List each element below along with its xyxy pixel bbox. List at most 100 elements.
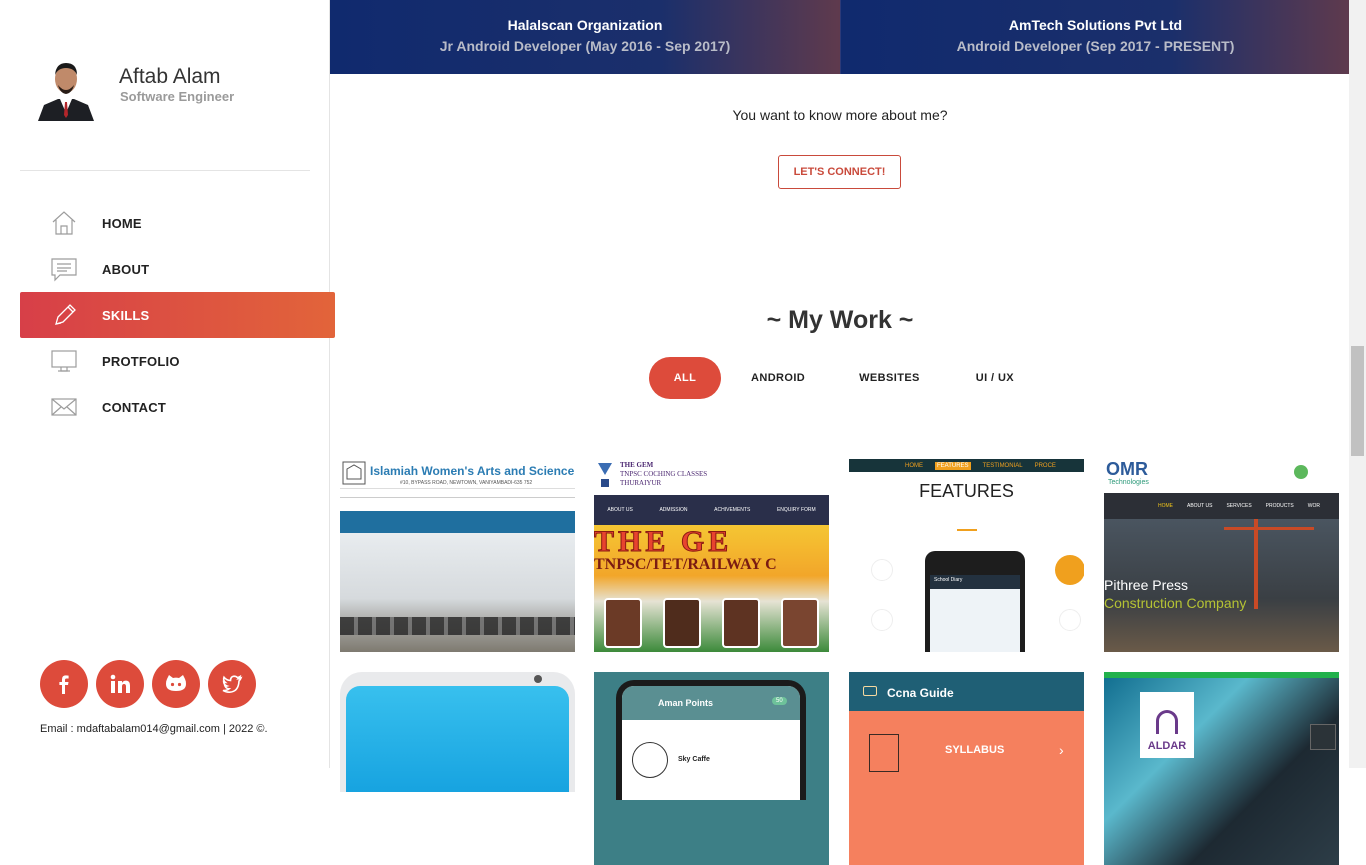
pencil-icon bbox=[55, 304, 76, 325]
portfolio-filters: ALL ANDROID WEBSITES UI / UX bbox=[649, 357, 1036, 399]
main-content: Halalscan Organization Jr Android Develo… bbox=[330, 0, 1350, 865]
thumb-hero-sub: Construction Company bbox=[1104, 595, 1247, 611]
thumb-nav-link: SERVICES bbox=[1226, 503, 1252, 509]
social-links bbox=[40, 660, 256, 708]
thumb-banner-text: THE GE bbox=[594, 525, 733, 559]
thumb-strip bbox=[1104, 672, 1339, 678]
thumb-subtitle: #10, BYPASS ROAD, NEWTOWN, VANIYAMBADI-6… bbox=[400, 480, 533, 486]
thumb-strip bbox=[340, 497, 575, 509]
filter-websites[interactable]: WEBSITES bbox=[837, 357, 942, 399]
thumb-desks bbox=[340, 617, 575, 635]
nav-item-home[interactable]: HOME bbox=[20, 200, 335, 246]
github-icon bbox=[166, 675, 186, 691]
crane-graphic bbox=[1254, 519, 1258, 609]
thumb-nav-link: FEATURES bbox=[935, 461, 971, 470]
nav-item-contact[interactable]: CONTACT bbox=[20, 384, 335, 430]
thumb-face bbox=[721, 598, 760, 648]
portfolio-item[interactable]: Aman Points 50 Sky Caffe bbox=[594, 672, 829, 865]
portfolio-item[interactable]: Ccna Guide SYLLABUS › bbox=[849, 672, 1084, 865]
thumb-subtitle-2: THURAIYUR bbox=[620, 479, 662, 487]
footer-email: Email : mdaftabalam014@gmail.com | 2022 … bbox=[40, 723, 268, 735]
thumb-faces bbox=[594, 587, 829, 652]
thumb-nav-link: HOME bbox=[905, 462, 923, 469]
nav-label-contact: CONTACT bbox=[102, 399, 166, 415]
thumb-title: FEATURES bbox=[919, 481, 1014, 501]
camera-icon bbox=[534, 675, 542, 683]
lightbulb-icon bbox=[1059, 609, 1081, 631]
thumb-nav-link: ADMISSION bbox=[659, 507, 688, 513]
aldar-logo-mark bbox=[1156, 710, 1178, 734]
thumb-underline bbox=[957, 529, 977, 531]
thumb-title: THE GEM bbox=[620, 461, 654, 469]
experience-role: Jr Android Developer (May 2016 - Sep 201… bbox=[439, 38, 731, 54]
chevron-right-icon: › bbox=[1059, 742, 1064, 758]
linkedin-link[interactable] bbox=[96, 660, 144, 708]
sidebar-nav: HOME ABOUT SKILLS PROTFOLIO CONTACT bbox=[20, 200, 335, 430]
monitor-icon bbox=[51, 350, 77, 372]
filter-ui-ux[interactable]: UI / UX bbox=[954, 357, 1036, 399]
nav-label-skills: SKILLS bbox=[102, 307, 150, 323]
nav-item-portfolio[interactable]: PROTFOLIO bbox=[20, 338, 335, 384]
page-scrollbar[interactable] bbox=[1349, 0, 1366, 768]
nav-item-skills[interactable]: SKILLS bbox=[20, 292, 335, 338]
facebook-icon bbox=[59, 675, 69, 694]
lets-connect-button[interactable]: LET'S CONNECT! bbox=[778, 155, 901, 189]
thumb-syllabus: SYLLABUS bbox=[945, 744, 1005, 756]
portfolio-item[interactable]: HOME FEATURES TESTIMONIAL PROCE FEATURES… bbox=[849, 459, 1084, 652]
thumb-nav-link: PRODUCTS bbox=[1265, 503, 1294, 509]
thumb-title: Islamiah Women's Arts and Science Colleg… bbox=[370, 464, 575, 478]
thumb-phone-screen bbox=[346, 686, 569, 792]
github-link[interactable] bbox=[152, 660, 200, 708]
thumb-face bbox=[604, 598, 643, 648]
nav-label-portfolio: PROTFOLIO bbox=[102, 353, 180, 369]
experience-company: Halalscan Organization bbox=[507, 17, 663, 33]
thumb-nav-link: HOME bbox=[1158, 503, 1173, 509]
experience-row: Halalscan Organization Jr Android Develo… bbox=[330, 0, 1350, 74]
portfolio-item[interactable]: THE GEM TNPSC COCHING CLASSES THURAIYUR … bbox=[594, 459, 829, 652]
nav-item-about[interactable]: ABOUT bbox=[20, 246, 335, 292]
thumb-subtitle: Technologies bbox=[1108, 479, 1149, 486]
thumb-nav-link: WOR bbox=[1307, 503, 1320, 509]
thumb-subtitle: TNPSC COCHING CLASSES bbox=[620, 470, 708, 478]
profile-name: Aftab Alam bbox=[119, 65, 221, 88]
points-badge: 50 bbox=[772, 697, 787, 705]
thumb-phone-screen: Aman Points 50 Sky Caffe bbox=[622, 686, 800, 800]
thumb-nav bbox=[340, 511, 575, 533]
aldar-logo: ALDAR bbox=[1140, 692, 1194, 758]
thumb-nav-link: ACHIVEMENTS bbox=[714, 507, 751, 513]
linkedin-icon bbox=[110, 674, 130, 693]
facebook-link[interactable] bbox=[40, 660, 88, 708]
gem-logo-icon bbox=[598, 463, 612, 487]
sidebar: Aftab Alam Software Engineer HOME ABOUT … bbox=[0, 0, 335, 768]
avatar bbox=[36, 55, 96, 121]
scrollbar-thumb[interactable] bbox=[1351, 346, 1364, 456]
crane-graphic bbox=[1224, 527, 1314, 530]
home-icon bbox=[52, 211, 76, 235]
twitter-icon bbox=[222, 674, 243, 694]
thumb-nav-link: ENQUIRY FORM bbox=[776, 507, 816, 513]
portfolio-item[interactable]: ALDAR bbox=[1104, 672, 1339, 865]
thumb-phone: Aman Points 50 Sky Caffe bbox=[616, 680, 806, 800]
cafe-name: Sky Caffe bbox=[678, 756, 710, 763]
locate-icon[interactable] bbox=[1310, 724, 1336, 750]
nav-label-about: ABOUT bbox=[102, 261, 150, 277]
thumb-app-bar bbox=[849, 672, 1084, 711]
experience-card: Halalscan Organization Jr Android Develo… bbox=[330, 0, 840, 74]
portfolio-item[interactable]: Islamiah Women's Arts and Science Colleg… bbox=[340, 459, 575, 652]
chat-icon bbox=[51, 258, 77, 282]
twitter-link[interactable] bbox=[208, 660, 256, 708]
thumb-phone: School Diary bbox=[925, 551, 1025, 652]
filter-all[interactable]: ALL bbox=[649, 357, 721, 399]
aldar-logo-text: ALDAR bbox=[1147, 740, 1187, 752]
syllabus-icon bbox=[869, 734, 899, 772]
thumb-phone bbox=[340, 672, 575, 792]
envelope-icon bbox=[51, 398, 77, 416]
portfolio-item[interactable] bbox=[340, 672, 575, 865]
thumb-nav-link: ABOUT US bbox=[1187, 503, 1213, 509]
thumb-app-bar: School Diary bbox=[930, 575, 1020, 589]
thumb-nav: HOME FEATURES TESTIMONIAL PROCE bbox=[849, 459, 1084, 472]
filter-android[interactable]: ANDROID bbox=[729, 357, 827, 399]
portfolio-item[interactable]: OMR Technologies HOME ABOUT US SERVICES … bbox=[1104, 459, 1339, 652]
profile-card: Aftab Alam Software Engineer bbox=[30, 55, 310, 125]
thumb-nav: HOME ABOUT US SERVICES PRODUCTS WOR bbox=[1104, 493, 1339, 519]
